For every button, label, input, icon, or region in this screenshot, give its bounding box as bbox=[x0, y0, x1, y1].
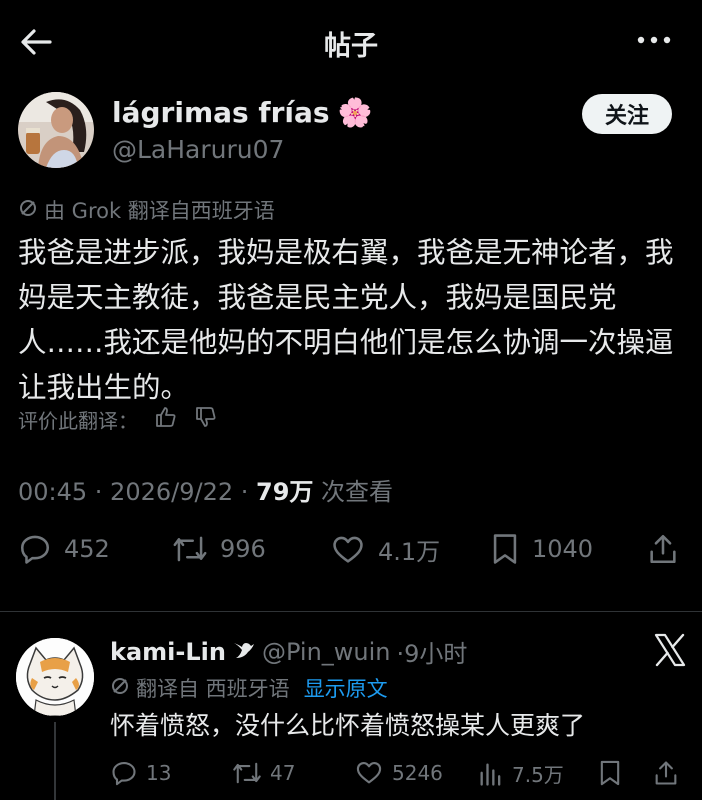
thumbs-up-icon[interactable] bbox=[154, 405, 178, 434]
rate-translation: 评价此翻译： bbox=[18, 405, 218, 434]
reply-share-button[interactable] bbox=[652, 759, 680, 787]
heart-icon bbox=[356, 762, 382, 784]
like-count: 4.1万 bbox=[378, 538, 441, 566]
reply-header: kami-Lin @Pin_wuin ·9小时 bbox=[110, 634, 467, 669]
thumbs-down-icon[interactable] bbox=[194, 405, 218, 434]
repost-icon bbox=[173, 536, 207, 562]
more-horizontal-icon[interactable] bbox=[636, 30, 672, 50]
view-count: 79万 bbox=[256, 478, 314, 506]
reply-reply-count: 13 bbox=[146, 761, 172, 785]
divider bbox=[0, 611, 702, 612]
repost-button[interactable]: 996 bbox=[172, 532, 266, 566]
author-handle[interactable]: @LaHaruru07 bbox=[112, 135, 372, 164]
reply-text: 怀着愤怒，没什么比怀着愤怒操某人更爽了 bbox=[110, 711, 586, 740]
reply-bookmark-button[interactable] bbox=[598, 759, 622, 787]
reply-count: 452 bbox=[64, 535, 110, 563]
translation-note-text: 由 Grok 翻译自西班牙语 bbox=[44, 199, 275, 223]
reply-actions: 13 47 5246 7.5万 bbox=[0, 755, 702, 791]
share-button[interactable] bbox=[646, 532, 680, 566]
views-chart-icon bbox=[480, 763, 501, 786]
repost-icon bbox=[233, 762, 261, 784]
bookmark-icon bbox=[493, 534, 517, 564]
post-actions: 452 996 4.1万 1040 bbox=[0, 530, 702, 570]
cherry-blossom-icon: 🌸 bbox=[337, 96, 373, 129]
bookmark-button[interactable]: 1040 bbox=[490, 532, 593, 566]
author-name-text: lágrimas frías bbox=[112, 96, 330, 129]
reply-avatar[interactable] bbox=[16, 638, 94, 716]
top-bar: 帖子 bbox=[0, 0, 702, 80]
page-title: 帖子 bbox=[324, 31, 378, 62]
post-meta: 00:45 · 2026/9/22 · 79万 次查看 bbox=[18, 472, 393, 507]
reply-button[interactable]: 452 bbox=[18, 532, 110, 566]
repost-count: 996 bbox=[220, 535, 266, 563]
like-button[interactable]: 4.1万 bbox=[330, 532, 440, 567]
reply-repost-button[interactable]: 47 bbox=[232, 759, 295, 787]
x-logo-icon[interactable] bbox=[652, 632, 688, 668]
author-info: lágrimas frías 🌸 @LaHaruru07 bbox=[112, 96, 372, 164]
show-original-link[interactable]: 显示原文 bbox=[304, 673, 388, 703]
author-name[interactable]: lágrimas frías 🌸 bbox=[112, 96, 372, 129]
author-avatar[interactable] bbox=[18, 92, 94, 168]
reply-author-name[interactable]: kami-Lin bbox=[110, 638, 226, 666]
reply-repost-count: 47 bbox=[270, 761, 296, 785]
reply-author-handle[interactable]: @Pin_wuin bbox=[262, 638, 391, 666]
reply-like-count: 5246 bbox=[392, 761, 443, 785]
share-icon bbox=[650, 534, 676, 564]
reply-translation-note: 翻译自 西班牙语 显示原文 bbox=[110, 673, 388, 703]
reply-translation-note-text: 翻译自 西班牙语 bbox=[136, 677, 290, 701]
follow-button[interactable]: 关注 bbox=[582, 94, 672, 134]
view-count-label: 次查看 bbox=[313, 478, 394, 506]
translation-note: 由 Grok 翻译自西班牙语 bbox=[18, 195, 275, 225]
share-icon bbox=[655, 761, 677, 785]
verified-badge-icon bbox=[232, 638, 256, 666]
reply-timestamp: ·9小时 bbox=[396, 640, 468, 668]
reply-views-button[interactable]: 7.5万 bbox=[478, 759, 564, 788]
bookmark-icon bbox=[600, 760, 620, 786]
grok-translate-icon bbox=[18, 198, 38, 223]
post-timestamp[interactable]: 00:45 · 2026/9/22 · bbox=[18, 478, 256, 506]
reply-icon bbox=[20, 535, 50, 564]
reply-reply-button[interactable]: 13 bbox=[110, 759, 171, 787]
reply-view-count: 7.5万 bbox=[512, 763, 564, 787]
heart-icon bbox=[333, 536, 363, 563]
grok-translate-icon bbox=[110, 676, 130, 701]
reply-like-button[interactable]: 5246 bbox=[354, 759, 443, 787]
post-text: 我爸是进步派，我妈是极右翼，我爸是无神论者，我妈是天主教徒，我爸是民主党人，我妈… bbox=[18, 236, 674, 404]
bookmark-count: 1040 bbox=[532, 535, 594, 563]
reply-icon bbox=[112, 762, 136, 786]
rate-translation-label: 评价此翻译： bbox=[18, 409, 138, 433]
